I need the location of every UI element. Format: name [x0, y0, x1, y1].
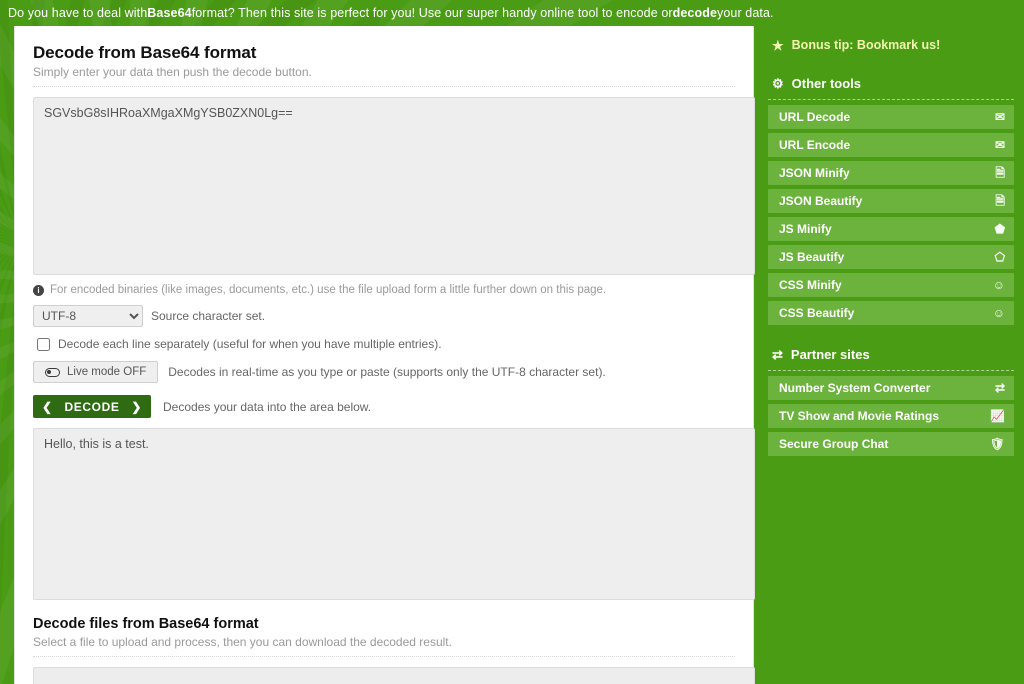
partner-sites-label: Partner sites: [790, 347, 870, 362]
files-section-title: Decode files from Base64 format: [33, 616, 259, 632]
sidebar-item-url-encode[interactable]: URL Encode ✉: [768, 133, 1014, 157]
partner-label: Number System Converter: [779, 381, 931, 395]
chevron-left-icon: ❮: [42, 399, 53, 414]
exchange-arrows-icon: ⇄: [994, 381, 1005, 395]
banner-bold-decode: decode: [672, 6, 718, 20]
toggle-switch-icon: [45, 367, 60, 377]
sidebar-item-url-decode[interactable]: URL Decode ✉: [768, 105, 1014, 129]
top-banner: Do you have to deal with Base64 format? …: [0, 0, 1024, 26]
sidebar-item-js-beautify[interactable]: JS Beautify ⬠: [768, 245, 1014, 269]
smiley-icon: ☺: [992, 306, 1005, 320]
files-section-subtitle: Select a file to upload and process, the…: [33, 635, 452, 649]
files-divider: [33, 656, 735, 657]
sidebar-item-number-system-converter[interactable]: Number System Converter ⇄: [768, 376, 1014, 400]
file-plus-icon: 🗎: [995, 194, 1005, 208]
tool-label: URL Decode: [779, 110, 851, 124]
banner-text-part2: format? Then this site is perfect for yo…: [191, 6, 673, 20]
bonus-tip-label: Bonus tip: Bookmark us!: [791, 38, 941, 52]
other-tools-divider: [768, 99, 1014, 100]
banner-text-part3: your data.: [717, 6, 774, 20]
decode-note: Decodes your data into the area below.: [163, 399, 372, 414]
sidebar: ★ Bonus tip: Bookmark us! ⚙ Other tools …: [758, 26, 1024, 460]
decoded-output-textarea[interactable]: [33, 428, 755, 600]
live-mode-row: Live mode OFF Decodes in real-time as yo…: [33, 361, 735, 383]
partner-label: Secure Group Chat: [779, 437, 889, 451]
live-mode-toggle-button[interactable]: Live mode OFF: [33, 361, 159, 383]
tool-label: CSS Minify: [779, 278, 842, 292]
sidebar-item-secure-group-chat[interactable]: Secure Group Chat 🛡: [768, 432, 1014, 456]
partner-sites-header: ⇄ Partner sites: [768, 341, 1014, 368]
live-mode-label: Live mode OFF: [67, 366, 147, 378]
base64-input-textarea[interactable]: [33, 97, 755, 275]
charset-label: Source character set.: [151, 309, 266, 323]
each-line-row: Decode each line separately (useful for …: [33, 337, 735, 351]
tool-label: JSON Minify: [779, 166, 850, 180]
binary-hint-text: For encoded binaries (like images, docum…: [50, 284, 607, 296]
sidebar-item-css-minify[interactable]: CSS Minify ☺: [768, 273, 1014, 297]
sidebar-item-js-minify[interactable]: JS Minify ⬟: [768, 217, 1014, 241]
binary-hint-row: i For encoded binaries (like images, doc…: [33, 284, 735, 296]
shuffle-icon: ⇄: [772, 347, 783, 362]
sidebar-item-json-minify[interactable]: JSON Minify 🗎: [768, 161, 1014, 185]
other-tools-header: ⚙ Other tools: [768, 70, 1014, 97]
charset-select[interactable]: UTF-8: [33, 305, 143, 327]
tool-label: JSON Beautify: [779, 194, 863, 208]
envelope-open-icon: ✉: [994, 110, 1005, 124]
star-icon: ★: [772, 37, 784, 53]
decode-each-line-label: Decode each line separately (useful for …: [58, 337, 442, 351]
page-title: Decode from Base64 format: [33, 43, 257, 62]
partner-sites-divider: [768, 370, 1014, 371]
tool-label: JS Minify: [779, 222, 832, 236]
sidebar-item-json-beautify[interactable]: JSON Beautify 🗎: [768, 189, 1014, 213]
partner-label: TV Show and Movie Ratings: [779, 409, 940, 423]
shape-outline-icon: ⬟: [994, 222, 1005, 236]
decode-each-line-checkbox[interactable]: [37, 337, 50, 351]
shield-icon: 🛡: [989, 437, 1005, 451]
banner-text-part1: Do you have to deal with: [8, 6, 148, 20]
other-tools-label: Other tools: [791, 76, 861, 91]
live-mode-note: Decodes in real-time as you type or past…: [168, 365, 606, 379]
decode-button[interactable]: ❮ DECODE ❯: [33, 395, 151, 418]
chevron-right-icon: ❯: [131, 399, 142, 414]
sidebar-item-css-beautify[interactable]: CSS Beautify ☺: [768, 301, 1014, 325]
charset-row: UTF-8 Source character set.: [33, 305, 735, 327]
shape-filled-icon: ⬠: [994, 250, 1005, 264]
banner-bold-base64: Base64: [147, 6, 192, 20]
main-content-panel: Decode from Base64 format Simply enter y…: [14, 26, 755, 684]
file-upload-dropzone[interactable]: [33, 667, 755, 684]
tool-label: CSS Beautify: [779, 306, 855, 320]
bonus-tip: ★ Bonus tip: Bookmark us!: [768, 32, 1014, 58]
envelope-closed-icon: ✉: [994, 138, 1005, 152]
smiley-icon: ☺: [992, 278, 1005, 292]
info-icon: i: [33, 284, 44, 296]
decode-action-row: ❮ DECODE ❯ Decodes your data into the ar…: [33, 395, 735, 418]
chart-line-icon: 📈: [990, 409, 1005, 423]
page-layout: Decode from Base64 format Simply enter y…: [0, 26, 1024, 684]
title-divider: [33, 86, 735, 87]
file-icon: 🗎: [995, 166, 1005, 180]
tool-label: JS Beautify: [779, 250, 845, 264]
page-subtitle: Simply enter your data then push the dec…: [33, 65, 312, 79]
tool-label: URL Encode: [779, 138, 851, 152]
gear-icon: ⚙: [772, 76, 784, 91]
sidebar-item-tv-show-movie-ratings[interactable]: TV Show and Movie Ratings 📈: [768, 404, 1014, 428]
decode-button-label: DECODE: [64, 399, 120, 414]
